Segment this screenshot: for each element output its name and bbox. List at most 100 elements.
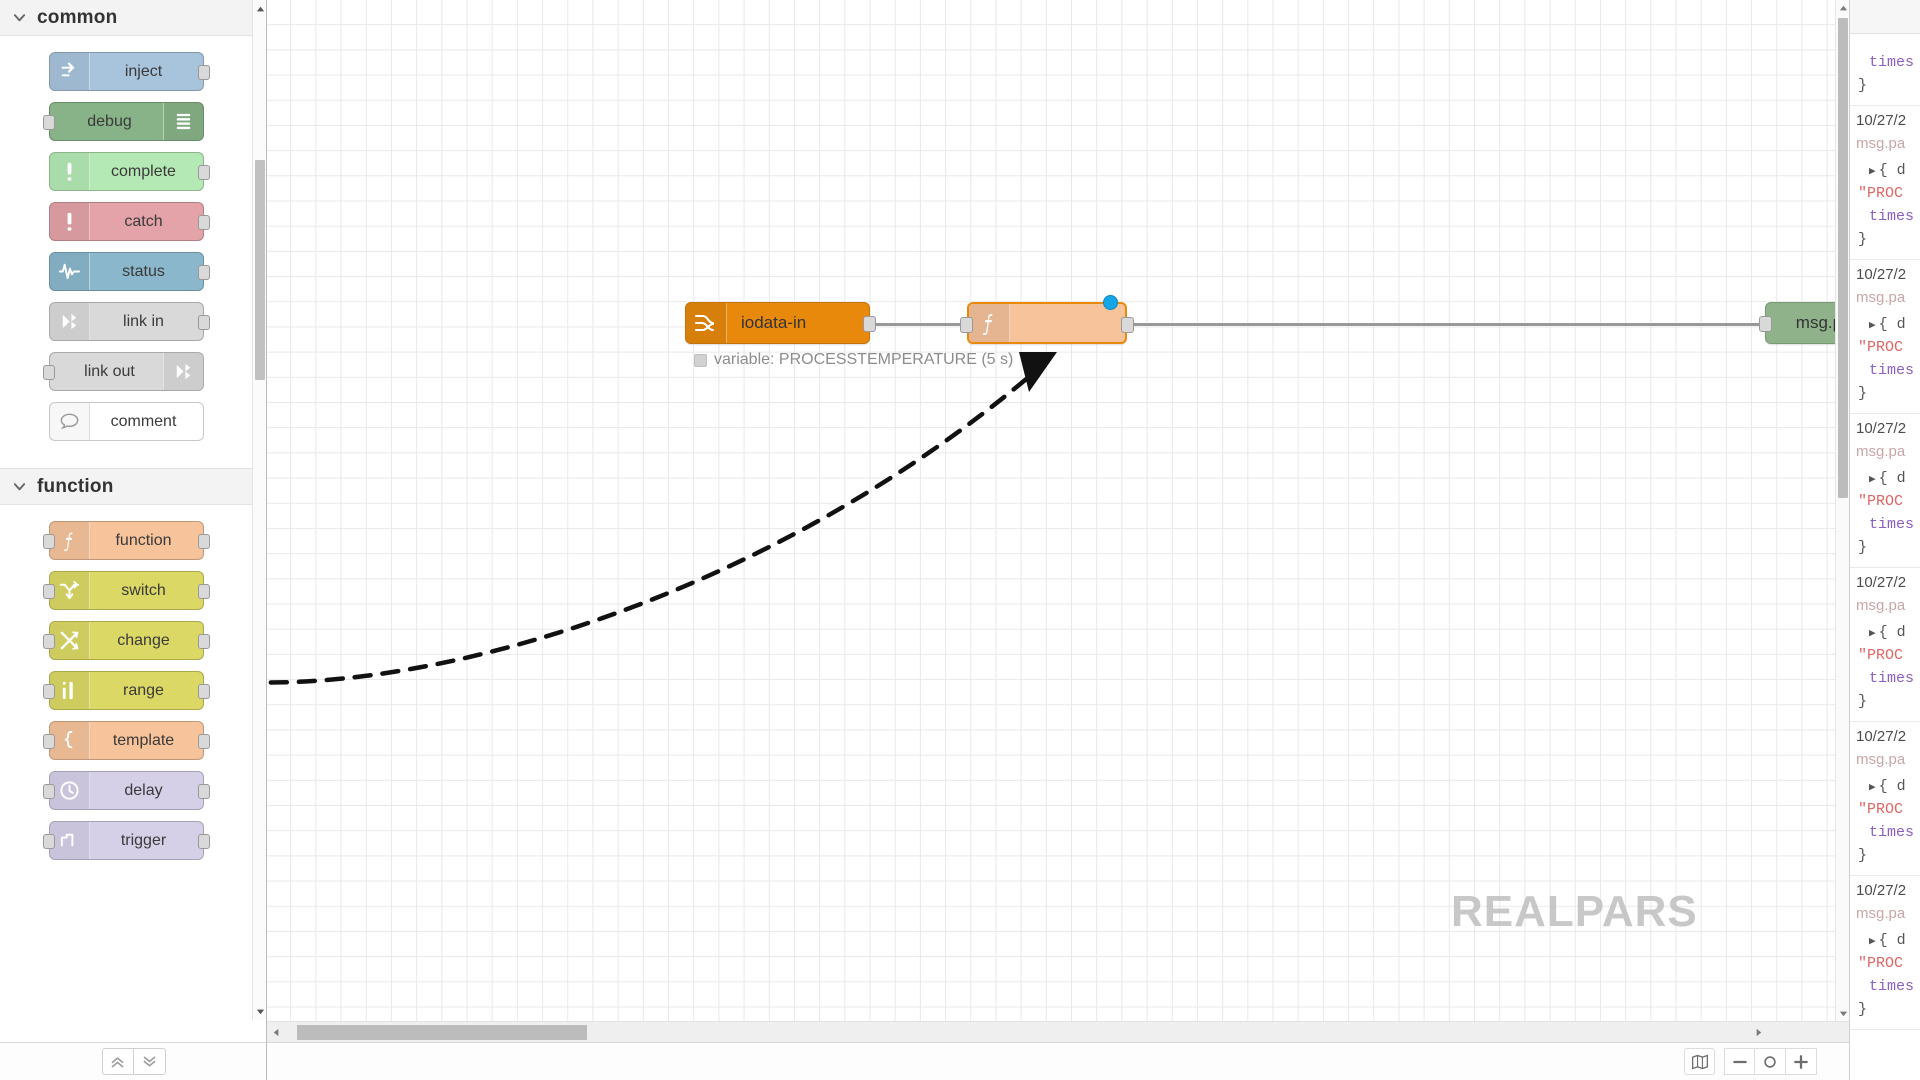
palette-node-complete[interactable]: complete [49,152,210,191]
port-input[interactable] [43,534,55,549]
zoom-button-group [1724,1048,1817,1075]
port-input[interactable] [43,684,55,699]
canvas-scrollbar-thumb-horizontal[interactable] [297,1025,587,1040]
port-output[interactable] [1121,317,1134,333]
port-output[interactable] [198,684,210,699]
port-output[interactable] [198,634,210,649]
palette-scrollbar-thumb[interactable] [255,160,265,380]
flow-node-iodata-in[interactable]: iodata-in [685,302,876,344]
exclamation-icon [50,153,90,190]
palette-node-link-out[interactable]: link out [43,352,204,391]
expand-triangle-icon[interactable]: ▶ [1869,474,1876,486]
canvas-scrollbar-thumb-vertical[interactable] [1838,18,1848,498]
port-input[interactable] [43,734,55,749]
palette-node-function[interactable]: function [43,521,210,560]
palette-scrollbar-vertical[interactable] [252,0,266,1020]
palette-node-trigger[interactable]: trigger [43,821,210,860]
expand-triangle-icon[interactable]: ▶ [1869,936,1876,948]
canvas-scrollbar-horizontal[interactable] [267,1021,1849,1042]
circle-icon [1764,1055,1776,1068]
port-input[interactable] [43,584,55,599]
expand-triangle-icon[interactable]: ▶ [1869,166,1876,178]
palette-node-link-in[interactable]: link in [49,302,210,341]
palette-node-catch[interactable]: catch [49,202,210,241]
debug-message-item[interactable]: 10/27/2 msg.pa ▶{ d "PROC times } [1850,260,1920,414]
collapse-all-button[interactable] [101,1048,134,1075]
zoom-reset-button[interactable] [1755,1048,1786,1075]
palette-node-label: delay [124,781,163,799]
palette-category-header-function[interactable]: function [0,469,253,505]
debug-json-line: times [1869,670,1915,687]
minus-icon [1732,1060,1747,1063]
port-output[interactable] [198,165,210,180]
debug-message-item[interactable]: 10/27/2 msg.pa ▶{ d "PROC times } [1850,876,1920,1030]
expand-all-button[interactable] [133,1048,166,1075]
debug-message-item[interactable]: 10/27/2 msg.pa ▶{ d "PROC times } [1850,568,1920,722]
scroll-down-arrow-icon[interactable] [1836,1006,1849,1020]
scroll-down-arrow-icon[interactable] [253,1004,266,1018]
port-output[interactable] [198,534,210,549]
debug-message-item[interactable]: 10/27/2 msg.pa ▶{ d "PROC times } [1850,722,1920,876]
port-output[interactable] [198,584,210,599]
drag-hint-arrow [267,352,1057,685]
flow-node-function[interactable] [960,302,1134,344]
port-output[interactable] [198,65,210,80]
palette-node-comment[interactable]: comment [49,402,204,441]
flow-canvas[interactable]: REALPARS iodata-in variable: PROCESSTEMP… [267,0,1849,1021]
palette-category-body-function: function switch change range template de… [0,505,253,887]
expand-triangle-icon[interactable]: ▶ [1869,628,1876,640]
debug-json-body: times } [1856,51,1920,98]
palette-node-delay[interactable]: delay [43,771,210,810]
scroll-right-arrow-icon[interactable] [1751,1025,1765,1040]
expand-triangle-icon[interactable]: ▶ [1869,782,1876,794]
palette-node-range[interactable]: range [43,671,210,710]
port-output[interactable] [198,834,210,849]
palette-node-change[interactable]: change [43,621,210,660]
debug-sidebar: times } 10/27/2 msg.pa ▶{ d "PROC times … [1849,0,1920,1080]
scroll-up-arrow-icon[interactable] [1836,1,1849,15]
port-output[interactable] [863,316,876,332]
chevrons-up-icon [111,1057,124,1068]
palette-node-switch[interactable]: switch [43,571,210,610]
palette-category-label: common [37,6,118,28]
debug-timestamp: 10/27/2 [1856,727,1907,745]
port-input[interactable] [960,317,973,333]
port-output[interactable] [198,215,210,230]
port-input[interactable] [43,365,55,380]
scroll-left-arrow-icon[interactable] [269,1025,283,1040]
port-output[interactable] [198,734,210,749]
palette-node-inject[interactable]: inject [49,52,210,91]
palette-node-debug[interactable]: debug [43,102,204,141]
port-output[interactable] [198,315,210,330]
debug-json-line: "PROC [1858,338,1904,356]
expand-triangle-icon[interactable]: ▶ [1869,320,1876,332]
port-input[interactable] [1759,316,1772,332]
palette-node-status[interactable]: status [49,252,210,291]
port-input[interactable] [43,834,55,849]
debug-message-item[interactable]: times } [1850,34,1920,106]
port-input[interactable] [43,784,55,799]
wire-function-to-debug [1125,323,1768,326]
debug-json-line: } [1858,1001,1868,1019]
canvas-scrollbar-vertical[interactable] [1835,0,1849,1021]
port-output[interactable] [198,784,210,799]
palette-category-header-common[interactable]: common [0,0,253,36]
debug-json-line: times [1869,824,1915,841]
port-input[interactable] [43,115,55,130]
palette-node-template[interactable]: template [43,721,210,760]
debug-json-line: } [1858,693,1868,711]
port-output[interactable] [198,265,210,280]
flow-node-sublabel-iodata-in: variable: PROCESSTEMPERATURE (5 s) [694,351,1013,369]
debug-json-line: { d [1878,931,1906,949]
scroll-up-arrow-icon[interactable] [253,2,266,16]
debug-message-item[interactable]: 10/27/2 msg.pa ▶{ d "PROC times } [1850,414,1920,568]
navigator-map-button[interactable] [1684,1048,1715,1075]
debug-timestamp: 10/27/2 [1856,265,1907,283]
debug-json-line: { d [1878,777,1906,795]
zoom-in-button[interactable] [1786,1048,1817,1075]
debug-message-list[interactable]: times } 10/27/2 msg.pa ▶{ d "PROC times … [1850,34,1920,1030]
port-input[interactable] [43,634,55,649]
palette-node-label: comment [110,412,177,430]
debug-message-item[interactable]: 10/27/2 msg.pa ▶{ d "PROC times } [1850,106,1920,260]
zoom-out-button[interactable] [1724,1048,1755,1075]
